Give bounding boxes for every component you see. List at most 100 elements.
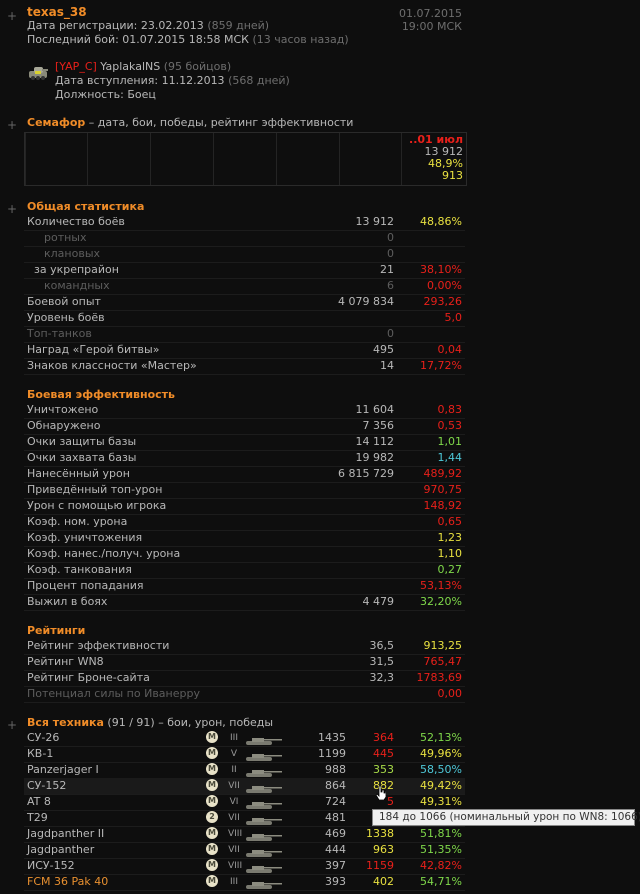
vehicle-name[interactable]: Jagdpanther	[27, 842, 94, 858]
vehicle-row[interactable]: СУ-152 M VII 864 882 49,42%	[24, 778, 465, 795]
stat-value: 0	[387, 327, 394, 340]
expand-icon[interactable]: +	[7, 10, 17, 22]
mastery-badge-icon: M	[206, 731, 218, 743]
vehicle-tier: VII	[228, 781, 240, 791]
stat-value: 11 604	[355, 403, 395, 416]
stat-rate: 0,53	[437, 419, 463, 432]
vehicle-row[interactable]: Jagdpanther M VII 444 963 51,35%	[24, 842, 465, 859]
vehicle-battles: 1435	[318, 731, 346, 744]
vehicle-name[interactable]: СУ-152	[27, 778, 66, 794]
stat-row: Урон с помощью игрока 148,92	[24, 498, 465, 515]
expand-icon[interactable]: +	[7, 203, 17, 215]
vehicle-winrate: 58,50%	[420, 763, 462, 776]
mastery-badge-icon: M	[206, 795, 218, 807]
clan-name[interactable]: [YAP_C] YaplakalNS (95 бойцов)	[55, 60, 231, 73]
stat-rate: 0,65	[437, 515, 463, 528]
stat-label: Уничтожено	[27, 403, 99, 416]
stat-label: Количество боёв	[27, 215, 125, 228]
stat-label: за укрепрайон	[34, 263, 119, 276]
stat-row: Коэф. уничтожения 1,23	[24, 530, 465, 547]
header-time: 19:00 МСК	[401, 20, 462, 33]
mastery-badge-icon: M	[206, 843, 218, 855]
stat-row: Обнаружено 7 356 0,53	[24, 418, 465, 435]
stat-row: Приведённый топ-урон 970,75	[24, 482, 465, 499]
vehicle-winrate: 52,13%	[420, 731, 462, 744]
tank-icon	[244, 782, 282, 793]
stat-label: Урон с помощью игрока	[27, 499, 167, 512]
tech-title[interactable]: Вся техника (91 / 91) – бои, урон, побед…	[27, 716, 273, 729]
efficiency-title[interactable]: Боевая эффективность	[27, 388, 175, 401]
stat-label: Топ-танков	[27, 327, 92, 340]
stat-row: Очки захвата базы 19 982 1,44	[24, 450, 465, 467]
stat-rate: 17,72%	[420, 359, 462, 372]
expand-icon[interactable]: +	[7, 119, 17, 131]
stat-row: Уничтожено 11 604 0,83	[24, 402, 465, 419]
stat-row: Рейтинг WN8 31,5 765,47	[24, 654, 465, 671]
stat-label: Уровень боёв	[27, 311, 105, 324]
vehicle-winrate: 49,31%	[420, 795, 462, 808]
last-battle: Последний бой: 01.07.2015 18:58 МСК (13 …	[27, 33, 349, 46]
vehicle-battles: 397	[325, 859, 346, 872]
header-date: 01.07.2015	[399, 7, 462, 20]
stat-value: 14 112	[355, 435, 395, 448]
hand-cursor-icon	[375, 785, 387, 801]
stat-value: 0	[387, 247, 394, 260]
stat-label: Знаков классности «Мастер»	[27, 359, 197, 372]
vehicle-damage: 5	[387, 795, 394, 808]
vehicle-name[interactable]: AT 8	[27, 794, 51, 810]
vehicle-name[interactable]: T29	[27, 810, 48, 826]
expand-icon[interactable]: +	[7, 719, 17, 731]
semaphore-title[interactable]: Семафор – дата, бои, победы, рейтинг эфф…	[27, 116, 353, 129]
ratings-title[interactable]: Рейтинги	[27, 624, 85, 637]
mastery-badge-icon: M	[206, 859, 218, 871]
stat-rate: 489,92	[423, 467, 463, 480]
vehicle-tier: VII	[228, 845, 240, 855]
vehicle-row[interactable]: ИСУ-152 M VIII 397 1159 42,82%	[24, 858, 465, 875]
stat-value: 4 079 834	[338, 295, 394, 308]
clan-position: Должность: Боец	[55, 88, 156, 101]
vehicle-row[interactable]: Jagdpanther II M VIII 469 1338 51,81%	[24, 826, 465, 843]
stat-label: Коэф. нанес./получ. урона	[27, 547, 181, 560]
vehicle-row[interactable]: Panzerjager I M II 988 353 58,50%	[24, 762, 465, 779]
stat-value: 14	[380, 359, 394, 372]
stat-label: Рейтинг Броне-сайта	[27, 671, 150, 684]
stat-label: Рейтинг WN8	[27, 655, 104, 668]
clan-join-date: Дата вступления: 11.12.2013 (568 дней)	[55, 74, 290, 87]
vehicle-damage: 1159	[366, 859, 394, 872]
vehicle-name[interactable]: Panzerjager I	[27, 762, 99, 778]
stat-value: 31,5	[369, 655, 395, 668]
stat-row: Топ-танков 0	[24, 326, 465, 343]
stat-value: 13 912	[355, 215, 395, 228]
stat-rate: 1783,69	[416, 671, 463, 684]
stat-value: 6 815 729	[338, 467, 394, 480]
vehicle-name[interactable]: СУ-26	[27, 730, 59, 746]
stat-rate: 0,00	[437, 687, 463, 700]
vehicle-tier: V	[230, 749, 238, 759]
stat-row: Боевой опыт 4 079 834 293,26	[24, 294, 465, 311]
stat-value: 21	[380, 263, 394, 276]
mastery-badge-icon: 2	[206, 811, 218, 823]
vehicle-tier: VIII	[228, 861, 243, 871]
mastery-badge-icon: M	[206, 875, 218, 887]
vehicle-name[interactable]: ИСУ-152	[27, 858, 75, 874]
vehicle-name[interactable]: КВ-1	[27, 746, 53, 762]
stat-label: Обнаружено	[27, 419, 101, 432]
stat-rate: 0,04	[437, 343, 463, 356]
mastery-badge-icon: M	[206, 827, 218, 839]
stat-row: Нанесённый урон 6 815 729 489,92	[24, 466, 465, 483]
vehicle-row[interactable]: FCM 36 Pak 40 M III 393 402 54,71%	[24, 874, 465, 891]
general-stats-title[interactable]: Общая статистика	[27, 200, 144, 213]
stat-row: Выжил в боях 4 479 32,20%	[24, 594, 465, 611]
tank-icon	[244, 734, 282, 745]
vehicle-damage: 445	[373, 747, 394, 760]
vehicle-name[interactable]: Jagdpanther II	[27, 826, 104, 842]
registration-date: Дата регистрации: 23.02.2013 (859 дней)	[27, 19, 270, 32]
stat-label: Процент попадания	[27, 579, 144, 592]
vehicle-row[interactable]: КВ-1 M V 1199 445 49,96%	[24, 746, 465, 763]
vehicle-battles: 444	[325, 843, 346, 856]
clan-emblem-icon[interactable]	[27, 62, 49, 84]
stat-rate: 1,44	[437, 451, 463, 464]
semaphore-today: ..01 июл 13 912 48,9% 913	[409, 133, 463, 182]
vehicle-row[interactable]: СУ-26 M III 1435 364 52,13%	[24, 730, 465, 747]
username[interactable]: texas_38	[27, 5, 87, 19]
